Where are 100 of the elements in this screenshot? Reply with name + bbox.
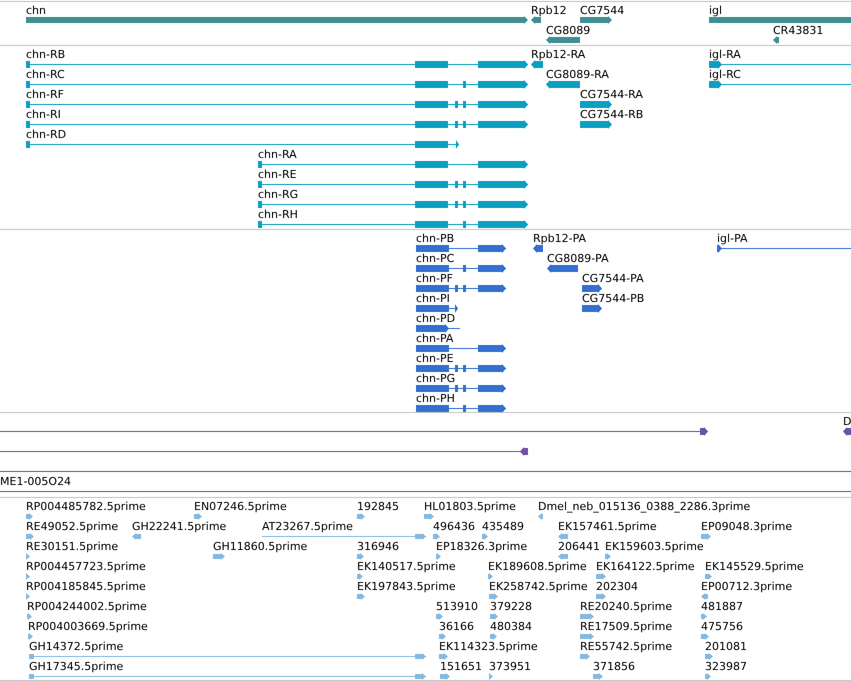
est-glyph[interactable] bbox=[439, 652, 448, 660]
est-glyph[interactable] bbox=[433, 532, 440, 540]
feature-label: EK189608.5prime bbox=[488, 560, 587, 573]
est-glyph[interactable] bbox=[436, 552, 441, 560]
transcript-glyph[interactable] bbox=[26, 80, 528, 88]
est-glyph[interactable] bbox=[593, 672, 603, 680]
est-glyph[interactable] bbox=[26, 592, 30, 600]
protein-glyph[interactable] bbox=[416, 284, 506, 292]
est-glyph[interactable] bbox=[213, 552, 225, 560]
protein-glyph[interactable] bbox=[416, 264, 506, 272]
transcript-glyph[interactable] bbox=[258, 200, 528, 208]
est-glyph[interactable] bbox=[29, 672, 426, 680]
est-glyph[interactable] bbox=[701, 612, 707, 620]
protein-glyph[interactable] bbox=[717, 244, 851, 252]
feature-label: igl-RA bbox=[709, 48, 741, 61]
est-glyph[interactable] bbox=[538, 512, 543, 520]
est-glyph[interactable] bbox=[436, 612, 443, 620]
gene-glyph[interactable] bbox=[26, 16, 528, 24]
est-glyph[interactable] bbox=[28, 632, 33, 640]
transcript-glyph[interactable] bbox=[531, 60, 543, 68]
feature-label: RE17509.5prime bbox=[580, 620, 672, 633]
feature-label: EK145529.5prime bbox=[705, 560, 804, 573]
feature-label: chn-PG bbox=[416, 372, 456, 385]
feature-label: D bbox=[843, 415, 851, 428]
protein-glyph[interactable] bbox=[416, 404, 506, 412]
est-glyph[interactable] bbox=[605, 552, 611, 560]
est-glyph[interactable] bbox=[580, 632, 594, 640]
est-glyph[interactable] bbox=[490, 612, 498, 620]
est-glyph[interactable] bbox=[558, 552, 568, 560]
est-glyph[interactable] bbox=[424, 512, 434, 520]
clone-glyph[interactable] bbox=[0, 426, 708, 436]
transcript-glyph[interactable] bbox=[709, 60, 851, 68]
feature-label: chn-PA bbox=[416, 332, 454, 345]
feature-label: CG8089 bbox=[546, 24, 590, 37]
transcript-glyph[interactable] bbox=[258, 220, 528, 228]
est-glyph[interactable] bbox=[701, 592, 708, 600]
est-glyph[interactable] bbox=[357, 512, 365, 520]
transcript-glyph[interactable] bbox=[26, 120, 528, 128]
gene-glyph[interactable] bbox=[531, 16, 541, 24]
est-glyph[interactable] bbox=[705, 672, 711, 680]
est-glyph[interactable] bbox=[357, 572, 363, 580]
protein-glyph[interactable] bbox=[416, 324, 460, 332]
feature-label: RP004185845.5prime bbox=[26, 580, 146, 593]
est-glyph[interactable] bbox=[27, 612, 32, 620]
transcript-glyph[interactable] bbox=[26, 60, 528, 68]
protein-glyph[interactable] bbox=[416, 344, 506, 352]
est-glyph[interactable] bbox=[132, 532, 141, 540]
est-glyph[interactable] bbox=[357, 592, 365, 600]
gene-glyph[interactable] bbox=[773, 36, 779, 44]
est-glyph[interactable] bbox=[490, 632, 497, 640]
est-glyph[interactable] bbox=[705, 652, 713, 660]
est-glyph[interactable] bbox=[357, 552, 364, 560]
est-glyph[interactable] bbox=[596, 572, 606, 580]
feature-label: GH14372.5prime bbox=[29, 640, 124, 653]
protein-glyph[interactable] bbox=[416, 384, 506, 392]
feature-label: GH17345.5prime bbox=[29, 660, 124, 673]
protein-glyph[interactable] bbox=[547, 264, 578, 272]
est-glyph[interactable] bbox=[701, 532, 711, 540]
est-glyph[interactable] bbox=[580, 612, 594, 620]
transcript-glyph[interactable] bbox=[26, 140, 459, 148]
feature-label: 201081 bbox=[705, 640, 747, 653]
clone-glyph[interactable] bbox=[843, 426, 851, 436]
est-glyph[interactable] bbox=[580, 652, 590, 660]
gene-glyph[interactable] bbox=[546, 36, 580, 44]
protein-glyph[interactable] bbox=[582, 284, 602, 292]
est-glyph[interactable] bbox=[440, 672, 450, 680]
est-glyph[interactable] bbox=[26, 572, 30, 580]
protein-glyph[interactable] bbox=[416, 244, 506, 252]
protein-glyph[interactable] bbox=[582, 304, 602, 312]
protein-glyph[interactable] bbox=[533, 244, 543, 252]
transcript-glyph[interactable] bbox=[546, 80, 580, 88]
est-glyph[interactable] bbox=[701, 632, 709, 640]
transcript-glyph[interactable] bbox=[258, 160, 528, 168]
protein-glyph[interactable] bbox=[416, 364, 506, 372]
est-glyph[interactable] bbox=[26, 532, 34, 540]
est-glyph[interactable] bbox=[262, 532, 426, 540]
gene-glyph[interactable] bbox=[709, 16, 851, 24]
est-glyph[interactable] bbox=[26, 552, 30, 560]
est-glyph[interactable] bbox=[596, 592, 606, 600]
est-glyph[interactable] bbox=[194, 512, 202, 520]
est-glyph[interactable] bbox=[439, 632, 446, 640]
transcript-glyph[interactable] bbox=[709, 80, 851, 88]
est-glyph[interactable] bbox=[488, 572, 493, 580]
est-glyph[interactable] bbox=[705, 572, 712, 580]
transcript-glyph[interactable] bbox=[26, 100, 528, 108]
est-glyph[interactable] bbox=[482, 532, 488, 540]
feature-label: EP09048.3prime bbox=[701, 520, 792, 533]
feature-label: chn-RD bbox=[26, 128, 66, 141]
protein-glyph[interactable] bbox=[416, 304, 458, 312]
est-glyph[interactable] bbox=[558, 532, 568, 540]
transcript-glyph[interactable] bbox=[258, 180, 528, 188]
est-glyph[interactable] bbox=[489, 592, 498, 600]
est-glyph[interactable] bbox=[26, 512, 33, 520]
est-glyph[interactable] bbox=[29, 652, 426, 660]
gene-glyph[interactable] bbox=[580, 16, 612, 24]
transcript-glyph[interactable] bbox=[580, 120, 612, 128]
transcript-glyph[interactable] bbox=[580, 100, 612, 108]
clone-glyph[interactable] bbox=[0, 446, 528, 456]
est-glyph[interactable] bbox=[489, 672, 493, 680]
feature-label: Rpb12 bbox=[531, 4, 567, 17]
